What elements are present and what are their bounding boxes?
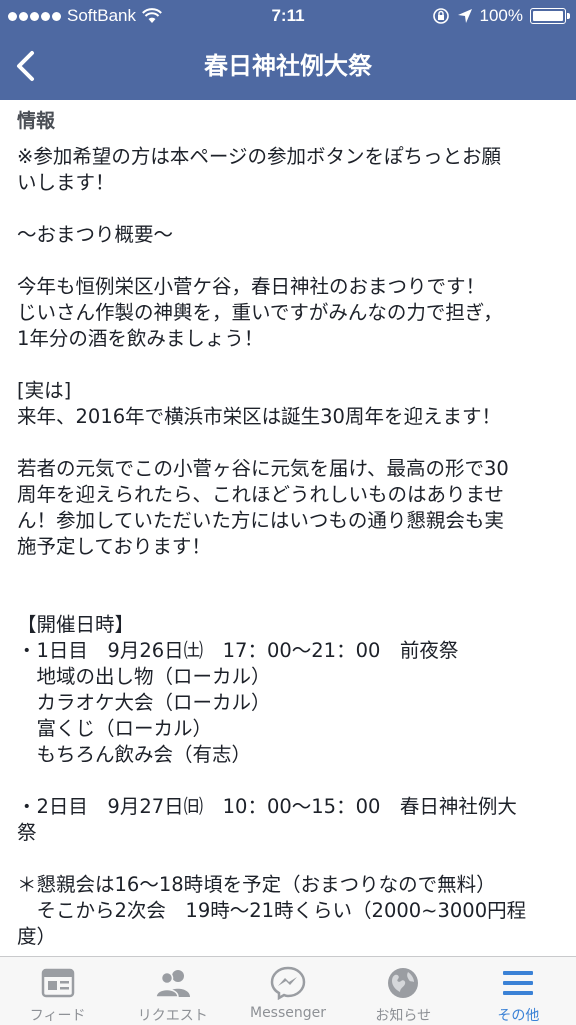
- description-line: [17, 846, 562, 872]
- tab-label: Messenger: [249, 1005, 327, 1021]
- battery-icon: [530, 8, 570, 24]
- tab-notifications[interactable]: お知らせ: [346, 957, 461, 1025]
- messenger-icon[interactable]: [270, 966, 306, 1000]
- battery-percent: 100%: [479, 6, 523, 25]
- location-arrow-icon: [457, 9, 472, 23]
- description-line: [17, 768, 562, 794]
- description-line: [17, 586, 562, 612]
- tab-label: リクエスト: [137, 1008, 208, 1024]
- description-line: カラオケ大会（ローカル）: [17, 691, 271, 714]
- description-line: 若者の元気でこの小菅ヶ谷に元気を届け、最高の形で30: [17, 457, 509, 480]
- description-line: [17, 196, 562, 222]
- more-menu-icon[interactable]: [501, 969, 535, 997]
- page-title: 春日神社例大祭: [204, 52, 372, 80]
- description-line: じいさん作製の神輿を，重いですがみんなの力で担ぎ，: [17, 301, 503, 324]
- description-line: 地域の出し物（ローカル）: [17, 665, 271, 688]
- tab-requests[interactable]: リクエスト: [115, 957, 230, 1025]
- app-header: SoftBank 7:11 100% 春日神社例大祭: [0, 0, 576, 100]
- tab-messenger[interactable]: Messenger: [230, 957, 345, 1025]
- description-line: [17, 560, 562, 586]
- tab-label: フィード: [29, 1008, 86, 1024]
- event-description: ※参加希望の方は本ページの参加ボタンをぽちっとお願 いします！ 〜おまつり概要〜 …: [17, 144, 562, 950]
- tab-feed[interactable]: フィード: [0, 957, 115, 1025]
- description-line: そこから2次会 19時〜21時くらい（2000~3000円程: [17, 899, 527, 922]
- feed-icon[interactable]: [41, 968, 75, 998]
- description-line: [17, 352, 562, 378]
- description-line: 祭: [17, 821, 37, 844]
- bottom-tab-bar: フィード リクエスト Messenger お知らせ その他: [0, 956, 576, 1025]
- tab-label: その他: [497, 1008, 540, 1024]
- description-line: [17, 430, 562, 456]
- friend-requests-icon[interactable]: [154, 968, 192, 998]
- section-heading: 情報: [17, 110, 56, 132]
- tab-more[interactable]: その他: [461, 957, 576, 1025]
- event-info-section: 情報 ※参加希望の方は本ページの参加ボタンをぽちっとお願 いします！ 〜おまつり概…: [17, 108, 562, 950]
- description-line: 富くじ（ローカル）: [17, 717, 213, 740]
- description-line: ん！参加していただいた方にはいつもの通り懇親会も実: [17, 509, 504, 532]
- description-line: もちろん飲み会（有志）: [17, 743, 252, 766]
- tab-label: お知らせ: [375, 1008, 432, 1024]
- description-line: 【開催日時】: [17, 613, 135, 636]
- description-line: 施予定しております！: [17, 535, 211, 558]
- rotation-lock-icon: [432, 8, 449, 24]
- description-line: [17, 248, 562, 274]
- description-line: ・1日目 9月26日㈯ 17：00〜21：00 前夜祭: [17, 639, 459, 662]
- status-bar: SoftBank 7:11 100%: [0, 0, 576, 34]
- description-line: ・2日目 9月27日㈰ 10：00〜15：00 春日神社例大: [17, 795, 517, 818]
- description-line: 周年を迎えられたら、これほどうれしいものはありませ: [17, 483, 504, 506]
- description-line: 1年分の酒を飲みましょう！: [17, 327, 264, 350]
- description-line: ※参加希望の方は本ページの参加ボタンをぽちっとお願: [17, 145, 501, 168]
- description-line: 今年も恒例栄区小菅ケ谷，春日神社のおまつりです！: [17, 275, 486, 298]
- description-line: [実は]: [17, 379, 72, 402]
- description-line: 〜おまつり概要〜: [17, 223, 174, 246]
- description-line: いします！: [17, 171, 115, 194]
- notifications-globe-icon[interactable]: [386, 966, 420, 1000]
- description-line: 来年、2016年で横浜市栄区は誕生30周年を迎えます！: [17, 405, 501, 428]
- description-line: 度）: [17, 925, 57, 948]
- description-line: ＊懇親会は16〜18時頃を予定（おまつりなので無料）: [17, 873, 496, 896]
